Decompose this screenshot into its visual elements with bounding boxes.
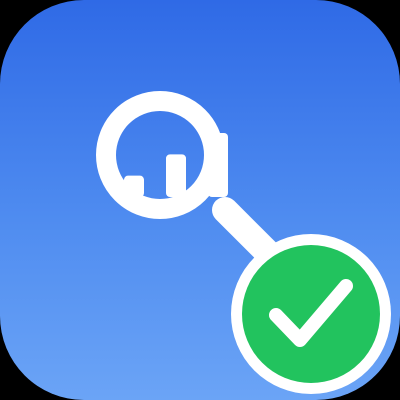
app-icon-artwork <box>96 91 391 394</box>
app-icon[interactable] <box>0 0 400 400</box>
chart-bar-3 <box>208 133 228 197</box>
magnifier-handle <box>212 197 283 268</box>
chart-bar-2 <box>166 154 186 197</box>
badge-fill <box>242 245 380 383</box>
chart-bar-1 <box>124 175 144 197</box>
magnifier-analytics-icon <box>96 91 283 268</box>
checkmark-badge-icon <box>231 234 391 394</box>
bar-chart-icon <box>124 133 228 197</box>
magnifier-lens <box>96 91 224 219</box>
